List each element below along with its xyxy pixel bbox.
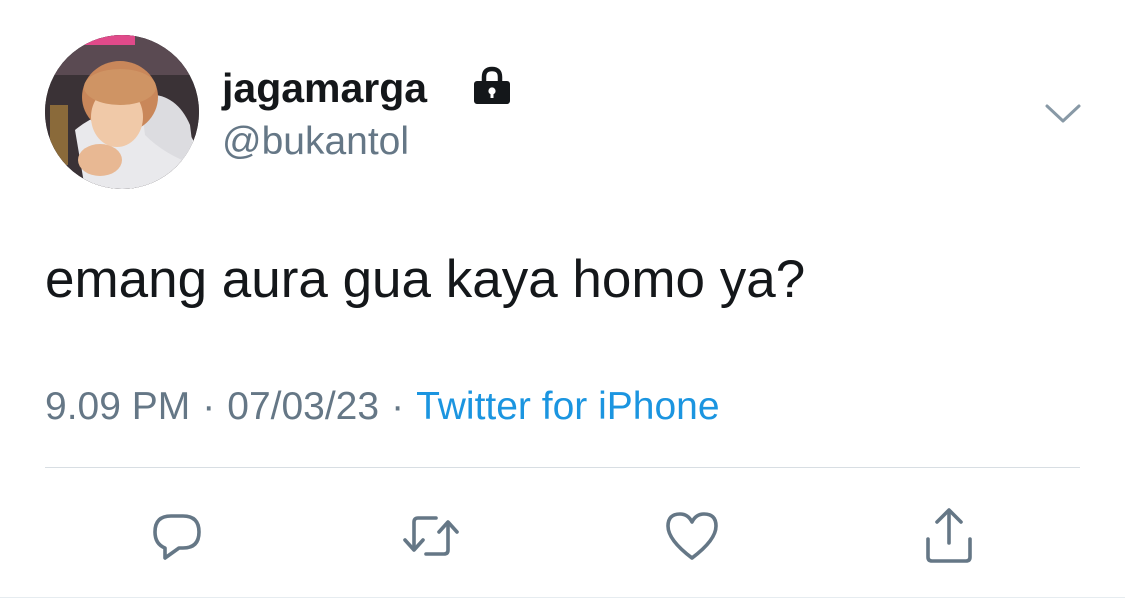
tweet-meta: 9.09 PM · 07/03/23 · Twitter for iPhone <box>45 382 720 432</box>
tweet-time[interactable]: 9.09 PM <box>45 385 190 428</box>
lock-icon <box>470 66 514 106</box>
reply-button[interactable] <box>146 505 208 567</box>
share-button[interactable] <box>918 505 980 567</box>
retweet-button[interactable] <box>400 505 462 567</box>
tweet-date[interactable]: 07/03/23 <box>227 385 379 428</box>
avatar-photo <box>45 35 199 189</box>
bottom-divider <box>0 597 1125 598</box>
reply-icon <box>149 508 205 564</box>
tweet-source-link[interactable]: Twitter for iPhone <box>416 385 719 428</box>
share-icon <box>918 505 980 567</box>
tweet-text: emang aura gua kaya homo ya? <box>45 250 806 309</box>
meta-separator: · <box>202 385 216 428</box>
user-handle[interactable]: @bukantol <box>222 118 409 166</box>
avatar[interactable] <box>45 35 199 189</box>
retweet-icon <box>400 508 462 564</box>
divider <box>45 467 1080 468</box>
display-name[interactable]: jagamarga <box>222 62 427 114</box>
heart-icon <box>664 508 720 564</box>
meta-separator: · <box>391 385 405 428</box>
like-button[interactable] <box>661 505 723 567</box>
chevron-down-icon[interactable] <box>1043 100 1083 126</box>
